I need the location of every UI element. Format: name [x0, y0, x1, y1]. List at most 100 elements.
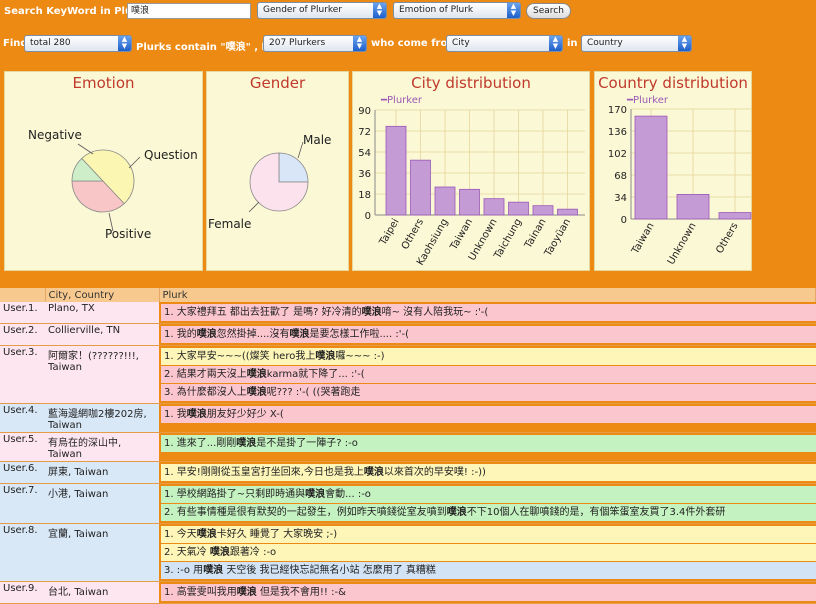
city-chart-panel: City distribution ━Plurker 0 18 36 54 72 90 Ta…	[352, 71, 590, 271]
plurk-text: 2. 天氣冷	[164, 547, 210, 558]
x-tick-label: Taipei	[377, 217, 401, 248]
filter-bar: Find total 280 ▲ ▼ Plurks contain "噗浪" , …	[0, 34, 816, 56]
user-cell: User.1.	[0, 302, 45, 324]
results-table: City, Country Plurk User.1. Plano, TX 1. 大…	[0, 288, 816, 604]
plurk-line[interactable]: 1. 進來了...剛剛噗浪是不是掛了一陣子? :-o	[161, 435, 816, 452]
select-arrows-icon: ▲ ▼	[353, 36, 366, 51]
user-cell: User.3.	[0, 345, 45, 404]
plurk-keyword: 噗浪	[236, 438, 257, 449]
total-select-value: total 280	[30, 38, 71, 48]
country-chart-panel: Country distribution ━Plurker 0 34 68 102 13…	[594, 71, 752, 271]
bar-taoyüan	[557, 208, 578, 216]
who-label: who come from	[371, 38, 458, 49]
plurk-line[interactable]: 1. 大家禮拜五 都出去狂歡了 是嗎? 好冷清的噗浪唷~ 沒有人陪我玩~ :'-…	[161, 304, 816, 321]
pie-label-pointer	[248, 201, 260, 213]
gender-select[interactable]: Gender of Plurker ▲ ▼	[257, 2, 387, 19]
plurk-cell: 1. 進來了...剛剛噗浪是不是掛了一陣子? :-o	[159, 432, 816, 462]
plurk-line[interactable]: 3. 為什麼都沒人上噗浪呢??? :'-( ((哭著跑走	[161, 384, 816, 401]
pie-label-male: Male	[303, 133, 332, 147]
plurk-text: 是要怎樣工作啦.... :'-(	[309, 329, 409, 340]
header-plurk: Plurk	[159, 288, 816, 302]
pie-label-pointer	[128, 156, 141, 169]
table-row: User.6. 屏東, Taiwan 1. 早安!剛剛從玉皇宮打坐回來,今日也是我上…	[0, 461, 816, 484]
plurk-keyword: 噗浪	[203, 565, 224, 576]
gender-select-value: Gender of Plurker	[263, 5, 343, 15]
plurk-keyword: 噗浪	[305, 489, 326, 500]
plurk-keyword: 噗浪	[246, 387, 267, 398]
plurk-keyword: 噗浪	[363, 467, 384, 478]
city-select[interactable]: City ▲ ▼	[446, 35, 563, 52]
country-select-value: Country	[587, 38, 623, 48]
y-tick-label: 136	[608, 127, 627, 138]
plurk-text: 1. 今天	[164, 529, 197, 540]
search-button[interactable]: Search	[526, 3, 571, 19]
plurk-text: 跟著冷 :-o	[229, 547, 277, 558]
location-cell: 小港, Taiwan	[45, 483, 159, 524]
x-tick-label: Tainan	[522, 217, 548, 251]
y-tick-label: 0	[365, 211, 371, 222]
plurk-line[interactable]: 3. :-o 用噗浪 天空後 我已經快忘記無名小站 怎麼用了 真糟糕	[161, 562, 816, 579]
table-row: User.1. Plano, TX 1. 大家禮拜五 都出去狂歡了 是嗎? 好冷清的…	[0, 302, 816, 324]
plurk-text: 1. 大家早安~~~((燦笑 hero我上	[164, 351, 316, 362]
plurk-line[interactable]: 2. 天氣冷 噗浪跟著冷 :-o	[161, 544, 816, 561]
plurk-text: 但是我不會用!! :-&	[256, 587, 346, 598]
plurk-text: 以來首次的早安噗! :-))	[383, 467, 486, 478]
plurk-line[interactable]: 2. 有些事情種是很有默契的一起發生，例如昨天噴錢從室友噴到噗浪不下10個人在聊…	[161, 504, 816, 521]
plurk-keyword: 噗浪	[196, 329, 217, 340]
location-cell: Collierville, TN	[45, 323, 159, 346]
city-bar-chart: 01836547290TaipeiOthersKaohsiungTaiwanUn…	[358, 106, 585, 268]
bar-taiwan	[634, 115, 668, 220]
keyword-input[interactable]: 噗浪	[127, 3, 251, 19]
bar-kaohsiung	[434, 186, 456, 216]
total-select[interactable]: total 280 ▲ ▼	[24, 35, 132, 52]
plurk-cell: 1. 我的噗浪忽然掛掉....沒有噗浪是要怎樣工作啦.... :'-(	[159, 323, 816, 346]
plurk-line[interactable]: 1. 學校網路掛了~只剩即時通與噗浪會動... :-o	[161, 486, 816, 503]
plurk-text: 忽然掛掉....沒有	[216, 329, 290, 340]
header-location: City, Country	[45, 288, 160, 302]
pie-label-female: Female	[208, 217, 252, 231]
plurk-line[interactable]: 2. 結果才兩天沒上噗浪karma就下降了... :'-(	[161, 366, 816, 383]
bar-taipei	[385, 125, 407, 216]
plurk-line[interactable]: 1. 我的噗浪忽然掛掉....沒有噗浪是要怎樣工作啦.... :'-(	[161, 326, 816, 343]
plurkers-select[interactable]: 207 Plurkers ▲ ▼	[263, 35, 367, 52]
plurk-text: 囉~~~ :-)	[335, 351, 385, 362]
table-row: User.8. 宜蘭, Taiwan 1. 今天噗浪卡好久 睡覺了 大家晚安 ;-)…	[0, 523, 816, 582]
country-select[interactable]: Country ▲ ▼	[581, 35, 692, 52]
plurk-text: 1. 我	[164, 409, 187, 420]
plurk-text: 是不是掛了一陣子? :-o	[256, 438, 358, 449]
table-row: User.2. Collierville, TN 1. 我的噗浪忽然掛掉....沒有…	[0, 323, 816, 346]
x-tick-label: Others	[400, 217, 426, 252]
y-tick-label: 34	[614, 193, 627, 204]
bar-tainan	[532, 205, 554, 216]
plurk-line[interactable]: 1. 我噗浪朋友好少好少 X-(	[161, 406, 816, 423]
contain-keyword: 噗浪	[225, 42, 246, 53]
gender-pie-chart	[248, 141, 309, 213]
in-label: in	[567, 38, 578, 49]
plurk-line[interactable]: 1. 高雲雯叫我用噗浪 但是我不會用!! :-&	[161, 584, 816, 601]
table-row: User.5. 有烏在的深山中, Taiwan 1. 進來了...剛剛噗浪是不是掛了…	[0, 432, 816, 462]
location-cell: 屏東, Taiwan	[45, 461, 159, 484]
plurk-keyword: 噗浪	[196, 529, 217, 540]
plurk-cell: 1. 今天噗浪卡好久 睡覺了 大家晚安 ;-) 2. 天氣冷 噗浪跟著冷 :-o 3…	[159, 523, 816, 582]
plurk-line[interactable]: 1. 早安!剛剛從玉皇宮打坐回來,今日也是我上噗浪以來首次的早安噗! :-))	[161, 464, 816, 481]
emotion-select-value: Emotion of Plurk	[399, 5, 474, 15]
plurk-text: karma就下降了... :'-(	[266, 369, 365, 380]
pie-label-negative: Negative	[28, 128, 82, 142]
select-arrows-icon: ▲ ▼	[678, 36, 691, 51]
y-tick-label: 90	[358, 106, 371, 117]
plurk-keyword: 噗浪	[446, 507, 467, 518]
user-cell: User.9.	[0, 581, 45, 604]
location-cell: 宜蘭, Taiwan	[45, 523, 159, 582]
plurk-text: 2. 有些事情種是很有默契的一起發生，例如昨天噴錢從室友噴到	[164, 507, 447, 518]
location-cell: Plano, TX	[45, 302, 159, 324]
x-tick-label: Taiwan	[630, 221, 657, 257]
pie-slice-male	[278, 152, 309, 183]
plurk-text: 1. 我的	[164, 329, 197, 340]
plurk-line[interactable]: 1. 大家早安~~~((燦笑 hero我上噗浪囉~~~ :-)	[161, 348, 816, 365]
plurk-text: 1. 學校網路掛了~只剩即時通與	[164, 489, 306, 500]
emotion-select[interactable]: Emotion of Plurk ▲ ▼	[393, 2, 521, 19]
plurk-text: 1. 大家禮拜五 都出去狂歡了 是嗎? 好冷清的	[164, 307, 362, 318]
plurk-line[interactable]: 1. 今天噗浪卡好久 睡覺了 大家晚安 ;-)	[161, 526, 816, 543]
plurk-text: 1. 早安!剛剛從玉皇宮打坐回來,今日也是我上	[164, 467, 364, 478]
bar-unknown	[676, 194, 710, 220]
